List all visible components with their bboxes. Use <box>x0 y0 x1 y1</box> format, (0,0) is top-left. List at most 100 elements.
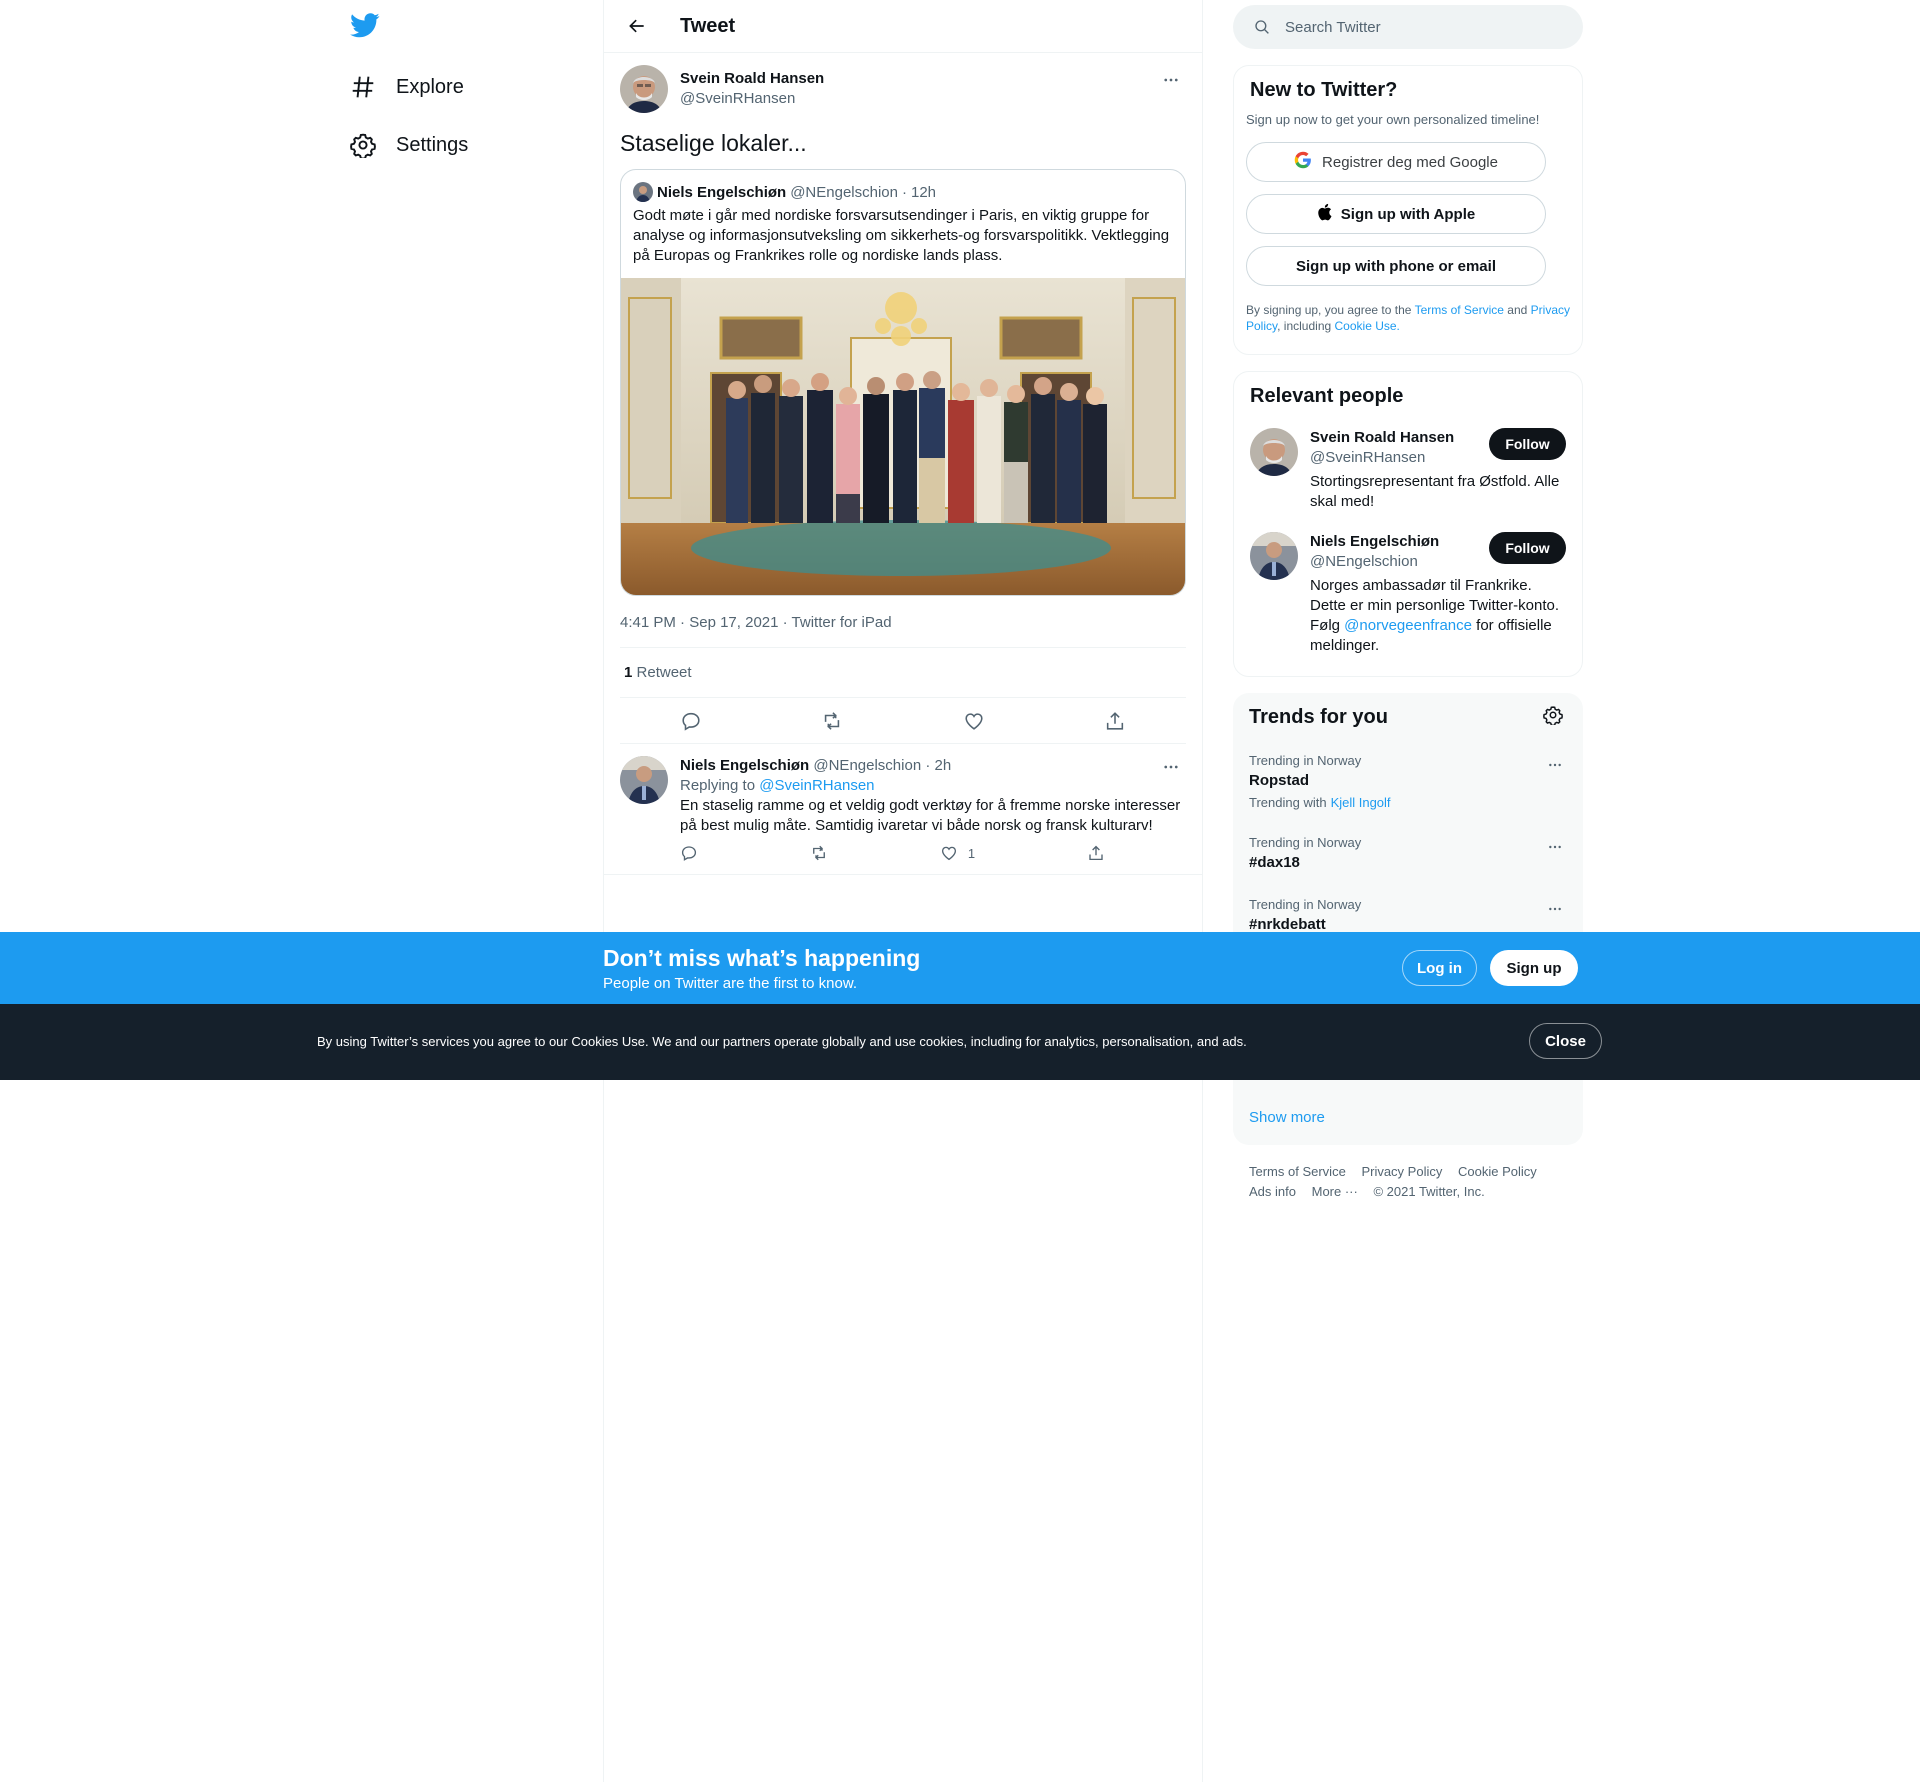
reply-text: En staselig ramme og et veldig godt verk… <box>680 797 1181 834</box>
legal-including: , including <box>1277 319 1332 333</box>
quote-header: Niels Engelschiøn @NEngelschion · 12h <box>621 170 1185 202</box>
share-icon <box>1089 845 1103 861</box>
banner-subtitle: People on Twitter are the first to know. <box>603 975 858 992</box>
tweet-date[interactable]: Sep 17, 2021 <box>689 614 778 631</box>
retweet-count: 1 <box>624 664 633 681</box>
reply-button[interactable] <box>680 844 698 862</box>
more-dots-icon <box>1549 763 1561 767</box>
cookie-use-link[interactable]: Cookie Use. <box>1335 319 1400 333</box>
quoted-tweet[interactable]: Niels Engelschiøn @NEngelschion · 12h Go… <box>620 169 1186 596</box>
back-button[interactable] <box>620 9 654 43</box>
reply-author-handle[interactable]: @NEngelschion <box>813 757 921 774</box>
tweet-text: Staselige lokaler... <box>620 130 807 156</box>
retweet-button[interactable] <box>810 844 828 862</box>
reply-icon <box>681 846 697 861</box>
person-bio: Stortingsrepresentant fra Østfold. Alle … <box>1310 473 1560 510</box>
trend-with-link[interactable]: Kjell Ingolf <box>1331 795 1391 810</box>
quote-time: 12h <box>911 183 937 201</box>
footer-link[interactable]: Privacy Policy <box>1361 1164 1442 1179</box>
nav-settings[interactable]: Settings <box>350 121 468 169</box>
signup-title: New to Twitter? <box>1250 79 1398 101</box>
more-button[interactable] <box>1156 65 1186 95</box>
like-count: 1 <box>967 845 976 861</box>
hashtag-icon <box>350 74 376 100</box>
trend-more-button[interactable] <box>1543 753 1567 777</box>
show-more-link[interactable]: Show more <box>1249 1109 1325 1126</box>
quote-author-name: Niels Engelschiøn <box>657 183 787 201</box>
tweet-stats[interactable]: 1 Retweet <box>620 648 1186 698</box>
retweet-button[interactable] <box>815 704 849 738</box>
tweet-time[interactable]: 4:41 PM <box>620 614 676 631</box>
person-bio: Norges ambassadør til Frankrike. Dette e… <box>1310 576 1560 656</box>
main-header: Tweet <box>604 0 1202 53</box>
follow-button[interactable]: Follow <box>1489 428 1566 460</box>
trend-more-button[interactable] <box>1543 897 1567 921</box>
cookie-banner: By using Twitter’s services you agree to… <box>0 1004 1920 1080</box>
person-item[interactable]: Svein Roald Hansen @SveinRHansen Stortin… <box>1250 428 1566 512</box>
trend-with: Trending with Kjell Ingolf <box>1249 795 1567 811</box>
signup-banner: Don’t miss what’s happening People on Tw… <box>0 932 1920 1004</box>
trend-item[interactable]: Trending in Norway #dax18 <box>1249 835 1567 873</box>
tweet-source[interactable]: Twitter for iPad <box>792 614 892 631</box>
google-icon <box>1294 151 1312 173</box>
quote-text: Godt møte i går med nordiske forsvarsuts… <box>633 207 1170 264</box>
more-dots-icon <box>1549 907 1561 911</box>
apple-signup-label: Sign up with Apple <box>1340 205 1476 223</box>
trend-context: Trending in Norway <box>1249 835 1362 850</box>
replying-to-link[interactable]: @SveinRHansen <box>759 777 874 794</box>
follow-button[interactable]: Follow <box>1489 532 1566 564</box>
cookie-close-button[interactable]: Close <box>1529 1023 1602 1059</box>
trend-item[interactable]: Trending in Norway #nrkdebatt <box>1249 897 1567 935</box>
footer-link[interactable]: Cookie Policy <box>1458 1164 1537 1179</box>
reply-tweet[interactable]: Niels Engelschiøn @NEngelschion · 2h Rep… <box>604 744 1202 875</box>
terms-link[interactable]: Terms of Service <box>1415 303 1504 317</box>
search-bar[interactable] <box>1233 5 1583 49</box>
login-button[interactable]: Log in <box>1402 950 1477 986</box>
reply-time[interactable]: · 2h <box>925 757 951 774</box>
page-title: Tweet <box>680 14 736 37</box>
avatar[interactable] <box>620 756 668 804</box>
trend-context: Trending in Norway <box>1249 753 1362 768</box>
heart-icon <box>965 712 983 730</box>
nav-explore[interactable]: Explore <box>350 63 464 111</box>
nav-settings-label: Settings <box>396 133 469 156</box>
footer-link[interactable]: More ··· <box>1312 1184 1358 1199</box>
phone-signup-button[interactable]: Sign up with phone or email <box>1246 246 1546 286</box>
more-button[interactable] <box>1156 752 1186 782</box>
legal-prefix: By signing up, you agree to the <box>1246 303 1412 317</box>
signup-legal: By signing up, you agree to the Terms of… <box>1246 302 1570 334</box>
footer-link[interactable]: Ads info <box>1249 1184 1296 1199</box>
author-handle[interactable]: @SveinRHansen <box>680 89 824 109</box>
like-button[interactable]: 1 <box>940 844 975 862</box>
person-item[interactable]: Niels Engelschiøn @NEngelschion Norges a… <box>1250 532 1566 656</box>
twitter-logo-icon[interactable] <box>350 10 384 44</box>
trend-item[interactable]: Trending in Norway Ropstad Trending with… <box>1249 753 1567 811</box>
signup-card: New to Twitter? Sign up now to get your … <box>1233 65 1583 355</box>
more-dots-icon <box>1549 845 1561 849</box>
reply-header: Niels Engelschiøn @NEngelschion · 2h <box>680 756 1186 776</box>
share-button[interactable] <box>1087 844 1105 862</box>
quote-photo[interactable] <box>621 278 1185 595</box>
author-name[interactable]: Svein Roald Hansen <box>680 69 824 89</box>
signup-button[interactable]: Sign up <box>1490 950 1578 986</box>
bio-mention-link[interactable]: @norvegeenfrance <box>1344 617 1472 634</box>
like-button[interactable] <box>957 704 991 738</box>
search-input[interactable] <box>1285 18 1565 36</box>
gear-icon <box>1543 706 1563 727</box>
share-button[interactable] <box>1098 704 1132 738</box>
more-dots-icon <box>1164 765 1178 769</box>
search-icon <box>1255 20 1269 34</box>
avatar[interactable] <box>1250 532 1298 580</box>
trend-more-button[interactable] <box>1543 835 1567 859</box>
relevant-people-card: Relevant people Svein Roald Hansen @Svei… <box>1233 371 1583 677</box>
google-signup-button[interactable]: Registrer deg med Google <box>1246 142 1546 182</box>
apple-signup-button[interactable]: Sign up with Apple <box>1246 194 1546 234</box>
replying-prefix: Replying to <box>680 777 756 794</box>
avatar[interactable] <box>620 65 668 113</box>
trends-settings-button[interactable] <box>1543 705 1567 729</box>
reply-author-name[interactable]: Niels Engelschiøn <box>680 757 809 774</box>
avatar[interactable] <box>1250 428 1298 476</box>
reply-button[interactable] <box>674 704 708 738</box>
apple-icon <box>1317 203 1335 225</box>
footer-link[interactable]: Terms of Service <box>1249 1164 1346 1179</box>
